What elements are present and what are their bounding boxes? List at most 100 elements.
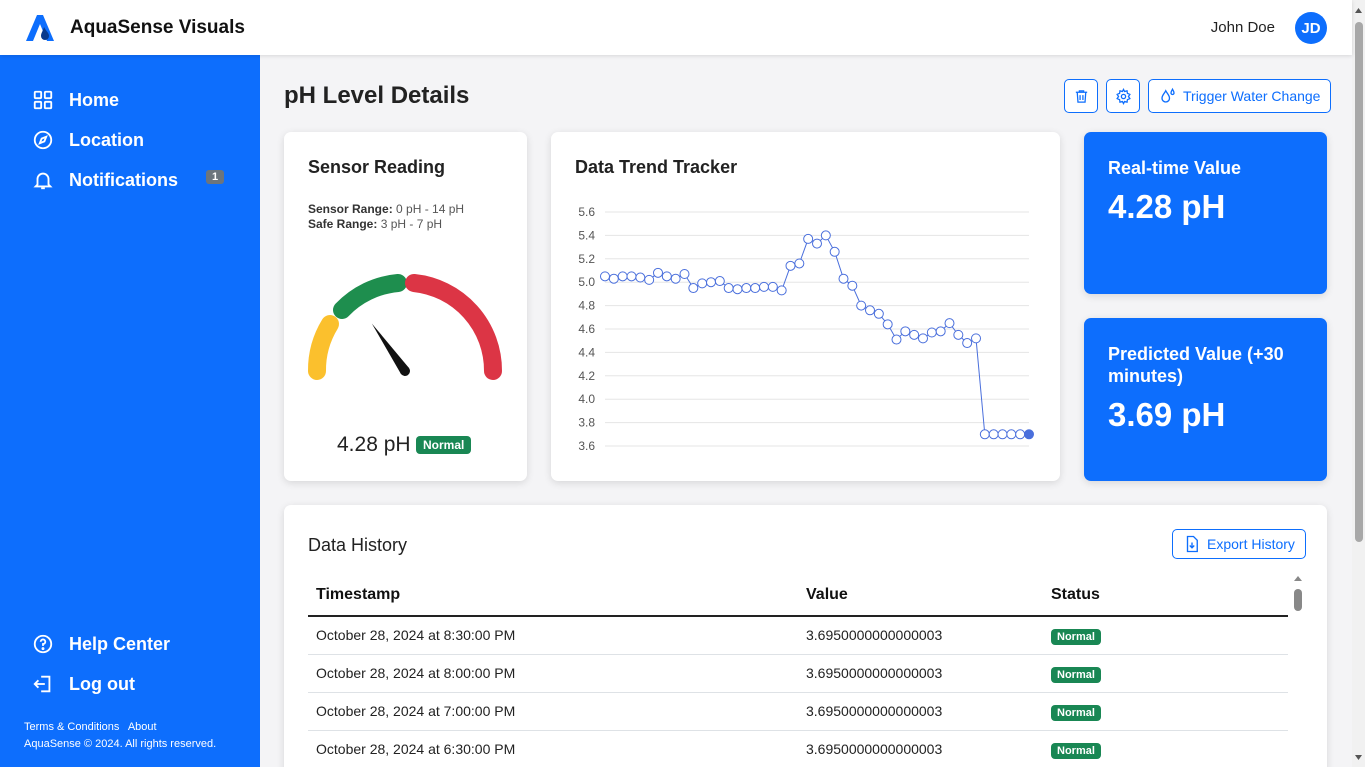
- table-scrollbar[interactable]: [1292, 575, 1304, 767]
- bell-icon: [33, 172, 53, 190]
- value-cell: 3.6950000000000003: [798, 616, 1043, 655]
- sidebar: Home Location Notifications 1 Help Cente…: [0, 55, 260, 767]
- history-table: Timestamp Value Status October 28, 2024 …: [308, 575, 1288, 767]
- data-point: [882, 319, 893, 330]
- data-point: [785, 260, 796, 271]
- sidebar-item-notifications[interactable]: Notifications: [32, 169, 178, 191]
- realtime-value-card: Real-time Value 4.28 pH: [1084, 132, 1327, 294]
- data-point: [971, 333, 981, 344]
- logout-icon: [33, 675, 51, 693]
- footer-links: Terms & Conditions About: [24, 721, 163, 733]
- y-tick-label: 5.2: [578, 252, 595, 266]
- column-header-timestamp[interactable]: Timestamp: [308, 575, 798, 617]
- trend-chart: 5.6 5.4 5.2 5.0 4.8 4.6 4.4 4.2 4.0 3.8 3.6: [578, 205, 1034, 453]
- data-point: [759, 281, 769, 292]
- data-point: [865, 305, 875, 316]
- scroll-down-arrow-icon: [1355, 755, 1362, 760]
- gauge-low-segment: [307, 315, 339, 380]
- notification-count-badge: 1: [206, 170, 225, 184]
- water-drops-icon: [1161, 87, 1175, 103]
- status-badge: Normal: [1051, 705, 1101, 721]
- compass-icon: [33, 130, 53, 150]
- export-button-label: Export History: [1207, 536, 1295, 552]
- scroll-up-arrow-icon: [1294, 576, 1302, 581]
- column-header-value[interactable]: Value: [798, 575, 1043, 617]
- help-circle-icon: [33, 634, 53, 654]
- data-point: [697, 278, 708, 289]
- table-row: October 28, 2024 at 8:30:00 PM 3.6950000…: [308, 616, 1288, 655]
- trash-icon: [1075, 89, 1087, 103]
- sidebar-item-help-center[interactable]: Help Center: [32, 633, 170, 655]
- y-tick-label: 4.2: [578, 369, 595, 383]
- sidebar-item-label: Notifications: [69, 169, 179, 190]
- realtime-label: Real-time Value: [1108, 158, 1242, 178]
- data-point: [829, 246, 840, 257]
- status-badge: Normal: [1051, 743, 1101, 759]
- sidebar-item-home[interactable]: Home: [32, 89, 119, 111]
- gauge-safe-segment: [333, 274, 407, 319]
- history-title: Data History: [308, 535, 408, 555]
- top-bar: AquaSense Visuals John Doe JD: [0, 0, 1352, 55]
- data-point: [962, 338, 973, 349]
- terms-link[interactable]: Terms & Conditions: [24, 721, 119, 733]
- page-scroll-thumb[interactable]: [1355, 22, 1363, 542]
- settings-button[interactable]: [1106, 79, 1140, 113]
- predicted-value: 3.69 pH: [1108, 396, 1226, 433]
- safe-range-text: Safe Range: 3 pH - 7 pH: [308, 217, 442, 231]
- trigger-water-change-button[interactable]: Trigger Water Change: [1148, 79, 1332, 113]
- page-scrollbar[interactable]: [1352, 0, 1365, 767]
- sidebar-item-label: Location: [69, 129, 144, 150]
- realtime-value: 4.28 pH: [1108, 188, 1226, 225]
- data-point: [900, 326, 911, 337]
- timestamp-cell: October 28, 2024 at 7:00:00 PM: [308, 692, 798, 731]
- data-point: [979, 429, 990, 440]
- download-file-icon: [1186, 535, 1198, 553]
- sidebar-item-location[interactable]: Location: [32, 129, 144, 151]
- data-point: [997, 429, 1008, 440]
- y-tick-label: 3.8: [578, 416, 595, 430]
- gear-icon: [1115, 87, 1131, 105]
- safe-range-value: 3 pH - 7 pH: [380, 217, 443, 231]
- logo-icon: [26, 15, 54, 41]
- y-tick-label: 5.4: [578, 228, 595, 242]
- value-cell: 3.6950000000000003: [798, 730, 1043, 767]
- status-cell: Normal: [1043, 730, 1288, 767]
- table-row: October 28, 2024 at 7:00:00 PM 3.6950000…: [308, 692, 1288, 731]
- predicted-value-card: Predicted Value (+30 minutes) 3.69 pH: [1084, 318, 1327, 481]
- data-point: [741, 283, 752, 294]
- avatar[interactable]: JD: [1295, 12, 1327, 44]
- column-header-status[interactable]: Status: [1043, 575, 1288, 617]
- sidebar-item-logout[interactable]: Log out: [32, 673, 135, 695]
- gauge-needle: [371, 323, 410, 376]
- trend-line: [604, 234, 1029, 435]
- table-row: October 28, 2024 at 6:30:00 PM 3.6950000…: [308, 730, 1288, 767]
- y-tick-label: 4.4: [578, 345, 595, 359]
- data-point: [750, 283, 761, 294]
- table-header-row: Timestamp Value Status: [308, 575, 1288, 617]
- data-point: [706, 277, 716, 288]
- about-link[interactable]: About: [128, 721, 157, 733]
- delete-button[interactable]: [1064, 79, 1098, 113]
- app-name: AquaSense Visuals: [70, 17, 245, 38]
- y-tick-label: 4.6: [578, 322, 595, 336]
- copyright-text: AquaSense © 2024. All rights reserved.: [24, 738, 217, 750]
- data-point: [732, 284, 743, 295]
- data-point: [838, 273, 849, 284]
- y-tick-label: 4.0: [578, 392, 595, 406]
- y-tick-label: 3.6: [578, 439, 595, 453]
- user-name[interactable]: John Doe: [1211, 19, 1275, 36]
- data-point: [661, 271, 672, 282]
- gauge-high-segment: [405, 274, 503, 380]
- timestamp-cell: October 28, 2024 at 8:30:00 PM: [308, 616, 798, 655]
- export-history-button[interactable]: Export History: [1172, 529, 1306, 559]
- data-point: [944, 318, 955, 329]
- ph-gauge: [307, 274, 503, 380]
- data-point: [803, 233, 814, 244]
- data-point: [873, 308, 884, 319]
- value-cell: 3.6950000000000003: [798, 692, 1043, 731]
- data-point: [812, 238, 822, 249]
- y-tick-label: 4.8: [578, 299, 595, 313]
- value-cell: 3.6950000000000003: [798, 654, 1043, 693]
- y-tick-label: 5.6: [578, 205, 595, 219]
- sensor-range-label: Sensor Range:: [308, 202, 393, 216]
